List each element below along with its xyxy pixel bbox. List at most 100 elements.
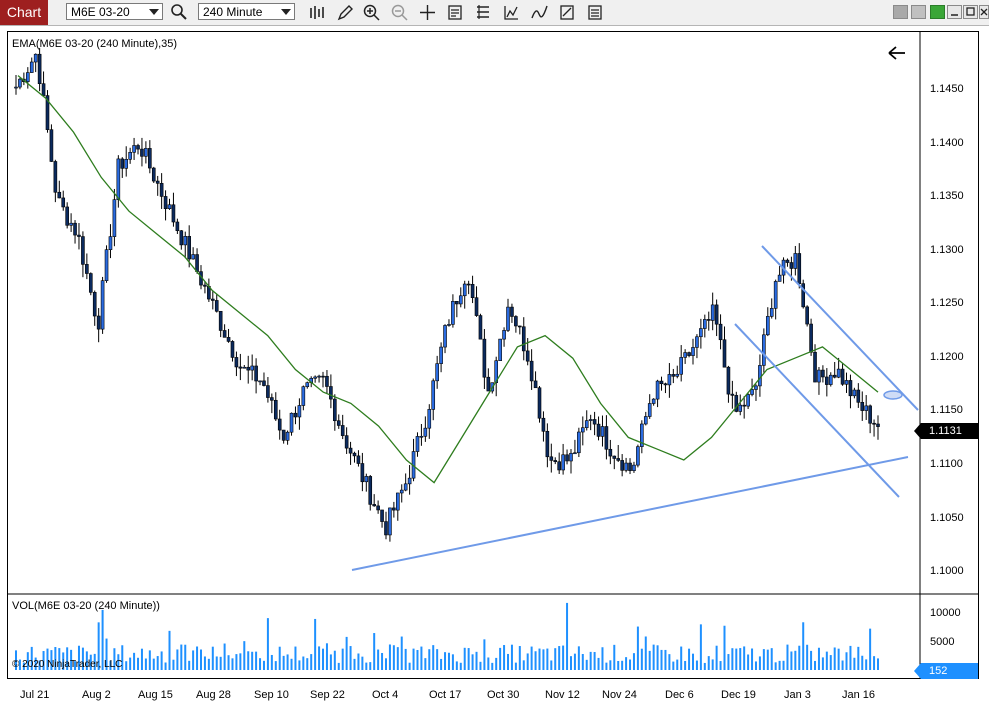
volume-bar [688, 648, 691, 670]
volume-bar [148, 650, 151, 670]
candle-body [368, 476, 373, 505]
volume-bar [318, 646, 321, 670]
volume-bar [444, 652, 447, 670]
channel-upper-line[interactable] [761, 245, 919, 411]
candle-body [77, 234, 81, 237]
candle-body [423, 427, 428, 437]
candle-body [214, 300, 219, 312]
volume-bar [727, 654, 730, 670]
candle-body [18, 78, 22, 88]
volume-bar [262, 660, 265, 670]
price-axis-tick: 1.1200 [930, 351, 964, 363]
trendline-anchor-handle[interactable] [883, 390, 903, 400]
candle-body [242, 366, 247, 369]
volume-panel-label: VOL(M6E 03-20 (240 Minute)) [12, 600, 160, 612]
candle-body [356, 455, 361, 464]
candle-body [545, 430, 550, 458]
volume-series [15, 602, 879, 670]
candle-body [57, 191, 62, 199]
volume-bar [310, 654, 313, 670]
candle-body [777, 274, 782, 282]
volume-bar [160, 651, 163, 670]
volume-bar [833, 647, 836, 670]
candle-body [466, 283, 471, 286]
candle-body [577, 431, 581, 454]
candle-body [344, 435, 349, 449]
candle-body [636, 446, 640, 466]
candle-body [69, 222, 73, 226]
candle-body [754, 385, 758, 390]
candle-body [329, 386, 333, 400]
volume-bar [467, 648, 470, 670]
candle-body [41, 83, 46, 96]
candle-body [510, 306, 514, 317]
volume-bar [491, 662, 494, 670]
candle-body [706, 319, 711, 321]
volume-bar [251, 651, 254, 670]
candle-body [860, 402, 865, 411]
volume-bar [400, 636, 403, 670]
volume-bar [546, 648, 549, 670]
volume-bar [510, 644, 513, 670]
volume-bar [865, 659, 868, 670]
volume-bar [353, 658, 356, 670]
candle-body [262, 380, 266, 386]
volume-bar [711, 659, 714, 670]
candle-body [474, 297, 479, 316]
volume-bar [243, 641, 246, 670]
volume-bar [199, 649, 202, 670]
volume-bar [270, 654, 273, 670]
volume-bar [357, 653, 360, 670]
candle-body [277, 418, 282, 431]
volume-bar [518, 646, 521, 670]
candle-body [364, 476, 369, 483]
volume-bar [302, 656, 305, 670]
time-axis-tick: Dec 6 [665, 689, 694, 701]
candle-body [718, 323, 723, 341]
volume-bar [129, 657, 132, 670]
candle-body [179, 230, 184, 246]
arrow-left-icon[interactable] [888, 46, 905, 60]
candle-body [655, 380, 660, 400]
volume-bar [365, 662, 368, 670]
time-axis-tick: Aug 15 [138, 689, 173, 701]
volume-bar [609, 660, 612, 670]
volume-bar [207, 658, 210, 670]
candle-body [116, 158, 121, 200]
candle-body [392, 507, 396, 511]
volume-bar [282, 655, 285, 670]
volume-bar [821, 657, 824, 670]
candle-body [159, 183, 164, 197]
candle-body [254, 365, 258, 382]
volume-bar [782, 660, 785, 670]
volume-bar [428, 649, 431, 670]
volume-bar [814, 660, 817, 670]
volume-bar [325, 643, 328, 670]
volume-bar [873, 656, 876, 670]
candle-body [608, 448, 613, 457]
candle-body [848, 380, 853, 397]
volume-bar [766, 649, 769, 670]
volume-bar [495, 657, 498, 670]
volume-bar [219, 656, 222, 670]
channel-lower-line[interactable] [734, 323, 900, 498]
candle-body [738, 404, 743, 412]
time-axis-tick: Aug 28 [196, 689, 231, 701]
volume-bar [770, 648, 773, 670]
candle-body [478, 315, 483, 340]
volume-bar [259, 658, 262, 670]
volume-bar [247, 651, 250, 670]
candle-body [92, 292, 97, 317]
volume-bar [747, 654, 750, 670]
volume-bar [778, 660, 781, 670]
candle-body [486, 376, 491, 392]
candle-body [549, 456, 554, 461]
volume-bar [396, 647, 399, 670]
volume-bar [125, 661, 128, 670]
candle-body [797, 253, 802, 284]
volume-bar [810, 650, 813, 670]
candle-body [352, 452, 357, 457]
chart-canvas[interactable] [0, 0, 989, 703]
candle-body [37, 53, 42, 84]
volume-bar [613, 644, 616, 670]
